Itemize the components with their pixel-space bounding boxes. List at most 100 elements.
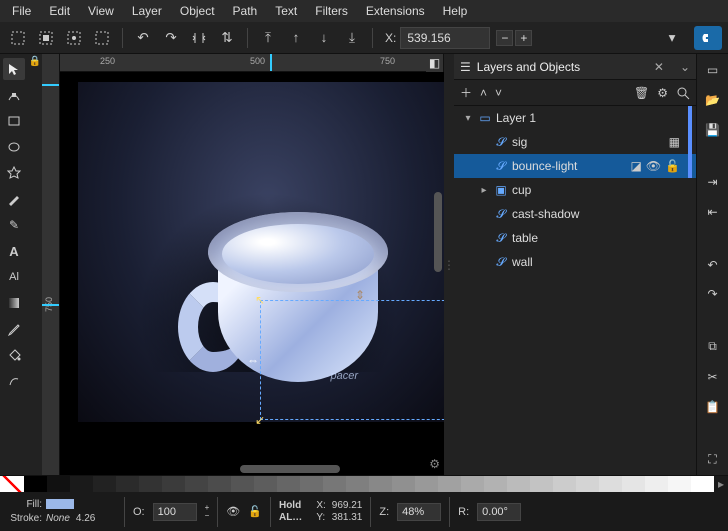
delete-layer-icon[interactable]: 🗑 <box>634 86 649 100</box>
sel-rotate-handle[interactable]: ↙ <box>255 415 265 425</box>
unlock-icon[interactable]: 🔓 <box>665 159 680 173</box>
tree-row-wall[interactable]: 𝓢wall <box>454 250 696 274</box>
scrollbar-v[interactable] <box>434 192 442 272</box>
menu-object[interactable]: Object <box>172 2 223 20</box>
menu-help[interactable]: Help <box>435 2 476 20</box>
guide-h[interactable] <box>42 304 59 306</box>
zoom-fit-icon[interactable]: ⛶ <box>702 449 724 469</box>
palette-swatch[interactable] <box>47 476 70 492</box>
fill-swatch[interactable] <box>46 499 116 512</box>
palette-swatch[interactable] <box>277 476 300 492</box>
palette-swatch[interactable] <box>553 476 576 492</box>
palette-swatch[interactable] <box>139 476 162 492</box>
raise-icon[interactable]: ↑ <box>284 26 308 50</box>
export-icon[interactable]: ⇤ <box>702 202 724 222</box>
ruler-horizontal[interactable]: 250 500 750 <box>60 54 426 71</box>
close-icon[interactable]: ✕ <box>654 60 664 74</box>
rotate-cw-icon[interactable]: ↷ <box>159 26 183 50</box>
scrollbar-h[interactable] <box>240 465 340 473</box>
shape-icon[interactable]: ◪ <box>630 159 641 173</box>
snap-toggle-icon[interactable] <box>694 26 722 50</box>
color-palette[interactable] <box>24 476 714 492</box>
raise-layer-icon[interactable]: ˄ <box>480 86 487 100</box>
tree-row-bounce-light[interactable]: 𝓢bounce-light◪👁🔓 <box>454 154 696 178</box>
lower-bottom-icon[interactable]: ⤓ <box>340 26 364 50</box>
menu-view[interactable]: View <box>80 2 122 20</box>
palette-swatch[interactable] <box>346 476 369 492</box>
sel-skew-handle[interactable]: ⇔ <box>248 355 258 365</box>
layer-visibility-icon[interactable]: 👁 <box>226 505 240 518</box>
display-mode-icon[interactable]: ◧ <box>426 54 444 72</box>
snap-1-icon[interactable] <box>6 26 30 50</box>
palette-swatch[interactable] <box>461 476 484 492</box>
palette-swatch[interactable] <box>162 476 185 492</box>
node-tool-icon[interactable] <box>3 84 25 106</box>
tree-row-cup[interactable]: ▸▣cup <box>454 178 696 202</box>
palette-swatch[interactable] <box>415 476 438 492</box>
pencil-tool-icon[interactable]: ✎ <box>3 214 25 236</box>
tree-row-table[interactable]: 𝓢table <box>454 226 696 250</box>
raise-top-icon[interactable]: ⤒ <box>256 26 280 50</box>
menu-layer[interactable]: Layer <box>124 2 170 20</box>
star-tool-icon[interactable] <box>3 162 25 184</box>
snap-2-icon[interactable] <box>34 26 58 50</box>
palette-swatch[interactable] <box>116 476 139 492</box>
palette-swatch[interactable] <box>254 476 277 492</box>
palette-swatch[interactable] <box>93 476 116 492</box>
palette-swatch[interactable] <box>668 476 691 492</box>
text-tool-icon[interactable]: A <box>3 240 25 262</box>
settings-icon[interactable]: ⚙ <box>657 86 668 100</box>
undo-icon[interactable]: ↶ <box>702 255 724 275</box>
palette-swatch[interactable] <box>530 476 553 492</box>
rect-tool-icon[interactable] <box>3 110 25 132</box>
bucket-tool-icon[interactable] <box>3 344 25 366</box>
palette-swatch[interactable] <box>507 476 530 492</box>
tree-row-sig[interactable]: 𝓢sig▦ <box>454 130 696 154</box>
snap-3-icon[interactable] <box>62 26 86 50</box>
guide-v[interactable] <box>270 54 272 71</box>
new-doc-icon[interactable]: ▭ <box>702 60 724 80</box>
palette-swatch[interactable] <box>484 476 507 492</box>
cut-icon[interactable]: ✂ <box>702 367 724 387</box>
x-input[interactable]: 539.156 <box>400 27 490 49</box>
canvas-menu-icon[interactable]: ⚙ <box>429 457 440 471</box>
chevron-down-icon[interactable]: ⌄ <box>680 60 690 74</box>
palette-swatch[interactable] <box>622 476 645 492</box>
stroke-width[interactable]: 4.26 <box>76 513 95 524</box>
zoom-input[interactable]: 48% <box>397 503 441 521</box>
no-color-swatch[interactable] <box>0 476 24 492</box>
gradient-tool-icon[interactable] <box>3 292 25 314</box>
open-icon[interactable]: 📂 <box>702 90 724 110</box>
palette-swatch[interactable] <box>438 476 461 492</box>
rotate-ccw-icon[interactable]: ↶ <box>131 26 155 50</box>
menu-edit[interactable]: Edit <box>41 2 78 20</box>
visibility-icon[interactable]: 👁 <box>646 159 661 173</box>
palette-swatch[interactable] <box>691 476 714 492</box>
dropper-tool-icon[interactable] <box>3 318 25 340</box>
text-tool-2-icon[interactable]: Al <box>3 266 25 288</box>
layer-lock-icon[interactable]: 🔓 <box>248 505 262 518</box>
paste-icon[interactable]: 📋 <box>702 397 724 417</box>
menu-filters[interactable]: Filters <box>307 2 356 20</box>
palette-swatch[interactable] <box>323 476 346 492</box>
lower-layer-icon[interactable]: ˅ <box>495 86 502 100</box>
dock-resize-handle[interactable]: ⋮ <box>444 54 454 475</box>
panel-menu-icon[interactable]: ☰ <box>460 60 471 74</box>
ruler-corner[interactable] <box>42 54 60 72</box>
select-tool-icon[interactable] <box>3 58 25 80</box>
tweak-tool-icon[interactable] <box>3 370 25 392</box>
palette-swatch[interactable] <box>208 476 231 492</box>
add-layer-icon[interactable]: ＋ <box>460 84 472 101</box>
flip-h-icon[interactable] <box>187 26 211 50</box>
menu-extensions[interactable]: Extensions <box>358 2 433 20</box>
dropdown-icon[interactable]: ▾ <box>660 26 684 50</box>
sel-skew-handle[interactable]: ⇕ <box>355 290 365 300</box>
palette-swatch[interactable] <box>599 476 622 492</box>
palette-swatch[interactable] <box>369 476 392 492</box>
opacity-input[interactable]: 100 <box>153 503 197 521</box>
flip-v-icon[interactable]: ⇅ <box>215 26 239 50</box>
expand-icon[interactable]: ▾ <box>462 113 474 124</box>
ellipse-tool-icon[interactable] <box>3 136 25 158</box>
import-icon[interactable]: ⇥ <box>702 172 724 192</box>
palette-swatch[interactable] <box>185 476 208 492</box>
